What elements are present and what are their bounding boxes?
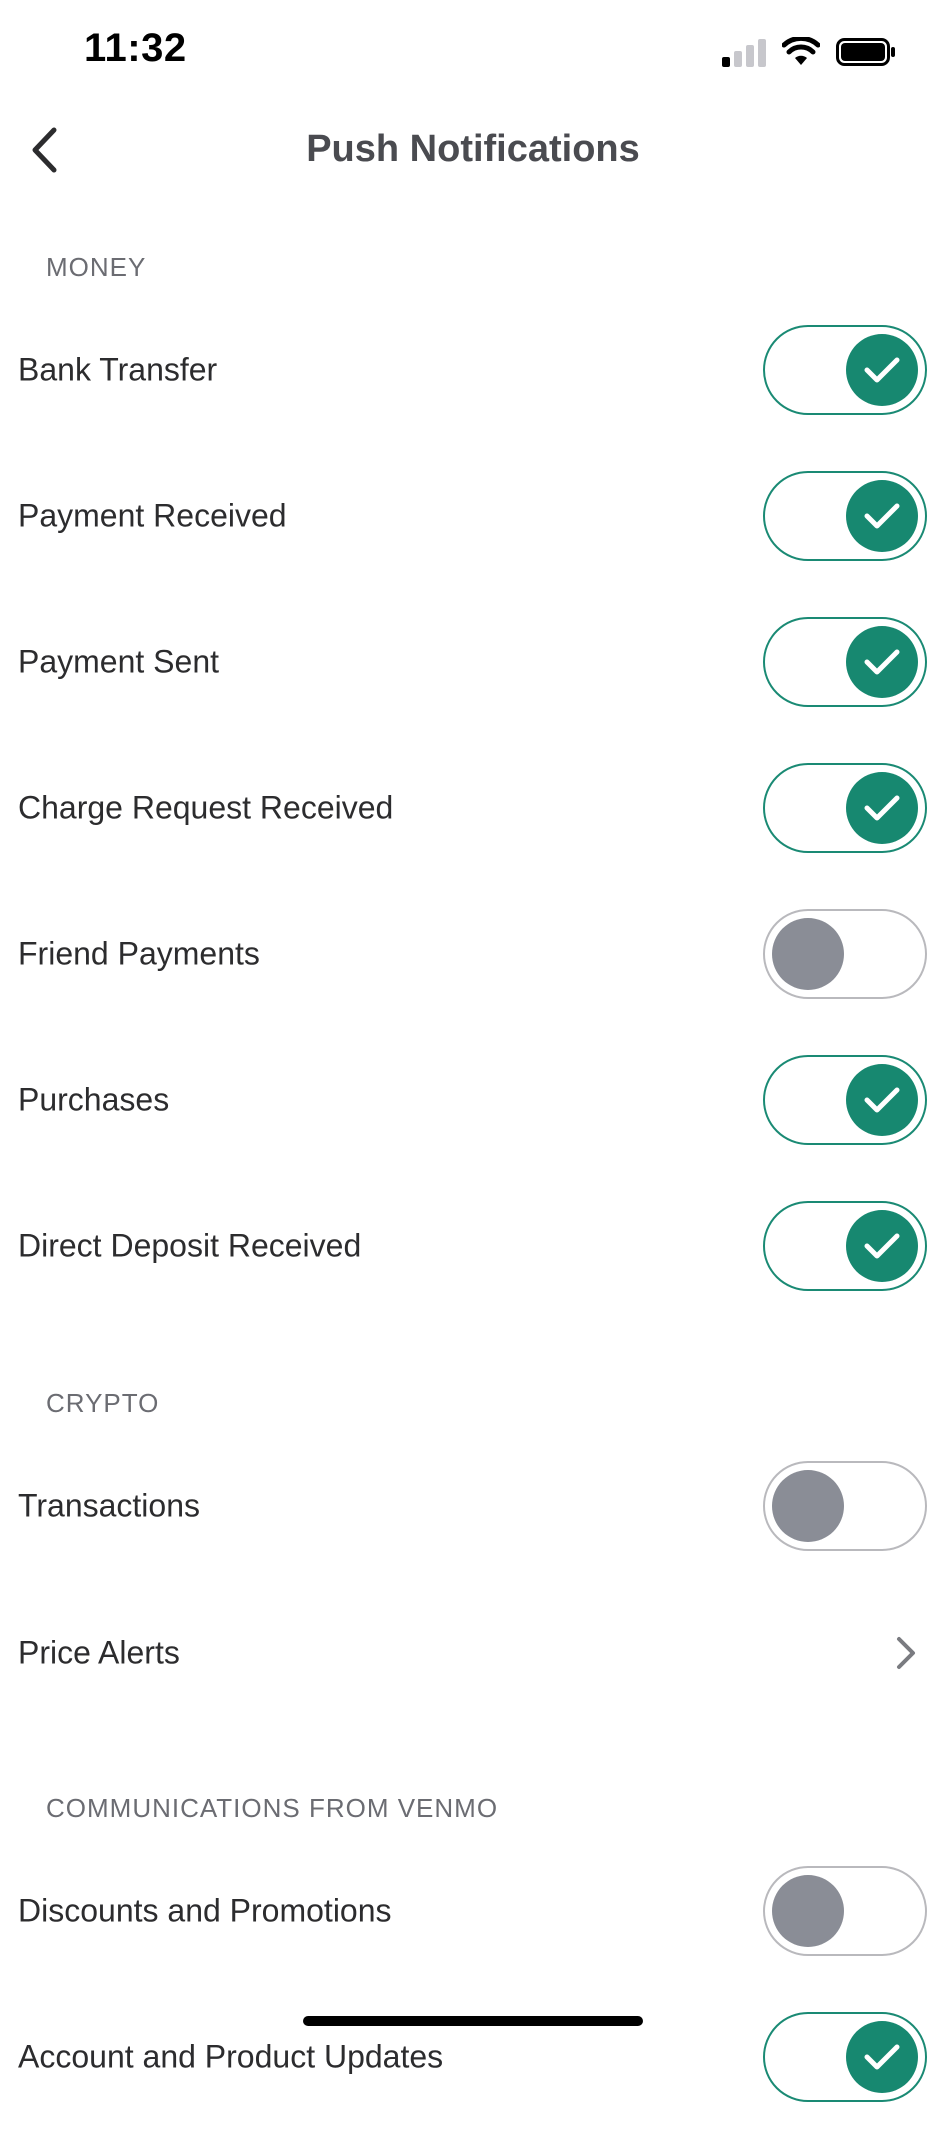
setting-label: Price Alerts [18,1634,180,1671]
wifi-icon [782,37,820,65]
setting-label: Purchases [18,1081,170,1118]
setting-label: Charge Request Received [18,789,394,826]
toggle-knob [772,1470,844,1542]
checkmark-icon [864,795,900,821]
status-time: 11:32 [84,26,187,70]
toggle-payment-received[interactable] [763,471,927,561]
checkmark-icon [864,2044,900,2070]
toggle-knob [846,334,918,406]
status-bar: 11:32 [0,0,946,100]
toggle-knob [846,480,918,552]
toggle-knob [846,626,918,698]
toggle-discounts-and-promotions[interactable] [763,1866,927,1956]
status-icons [722,34,896,70]
home-indicator [303,2016,643,2026]
setting-label: Account and Product Updates [18,2038,444,2075]
setting-row-payment-sent: Payment Sent [0,589,946,735]
section-header-money: MONEY [46,252,147,282]
checkmark-icon [864,649,900,675]
toggle-knob [772,918,844,990]
nav-bar: Push Notifications [0,100,946,200]
setting-row-purchases: Purchases [0,1027,946,1173]
toggle-knob [846,1064,918,1136]
chevron-right-icon [897,1637,915,1669]
toggle-bank-transfer[interactable] [763,325,927,415]
setting-label: Payment Sent [18,643,219,680]
setting-label: Bank Transfer [18,351,218,388]
toggle-payment-sent[interactable] [763,617,927,707]
setting-label: Friend Payments [18,935,260,972]
setting-label: Payment Received [18,497,287,534]
checkmark-icon [864,357,900,383]
setting-row-bank-transfer: Bank Transfer [0,297,946,443]
battery-icon [836,38,895,66]
toggle-transactions[interactable] [763,1461,927,1551]
checkmark-icon [864,503,900,529]
toggle-direct-deposit-received[interactable] [763,1201,927,1291]
setting-label: Direct Deposit Received [18,1227,362,1264]
checkmark-icon [864,1233,900,1259]
page-title: Push Notifications [306,128,640,170]
setting-row-discounts-and-promotions: Discounts and Promotions [0,1838,946,1984]
toggle-charge-request-received[interactable] [763,763,927,853]
toggle-knob [772,1875,844,1947]
section-header-crypto: CRYPTO [46,1388,160,1418]
toggle-knob [846,2021,918,2093]
setting-row-transactions: Transactions [0,1433,946,1579]
toggle-purchases[interactable] [763,1055,927,1145]
setting-row-payment-received: Payment Received [0,443,946,589]
toggle-account-and-product-updates[interactable] [763,2012,927,2102]
cellular-signal-icon [722,37,766,67]
setting-row-charge-request-received: Charge Request Received [0,735,946,881]
checkmark-icon [864,1087,900,1113]
setting-row-account-and-product-updates: Account and Product Updates [0,1984,946,2130]
setting-row-friend-payments: Friend Payments [0,881,946,1027]
setting-label: Discounts and Promotions [18,1892,392,1929]
section-header-communications: COMMUNICATIONS FROM VENMO [46,1793,499,1823]
toggle-friend-payments[interactable] [763,909,927,999]
toggle-knob [846,1210,918,1282]
setting-row-price-alerts[interactable]: Price Alerts [0,1580,946,1726]
toggle-knob [846,772,918,844]
setting-label: Transactions [18,1487,200,1524]
setting-row-direct-deposit-received: Direct Deposit Received [0,1173,946,1319]
